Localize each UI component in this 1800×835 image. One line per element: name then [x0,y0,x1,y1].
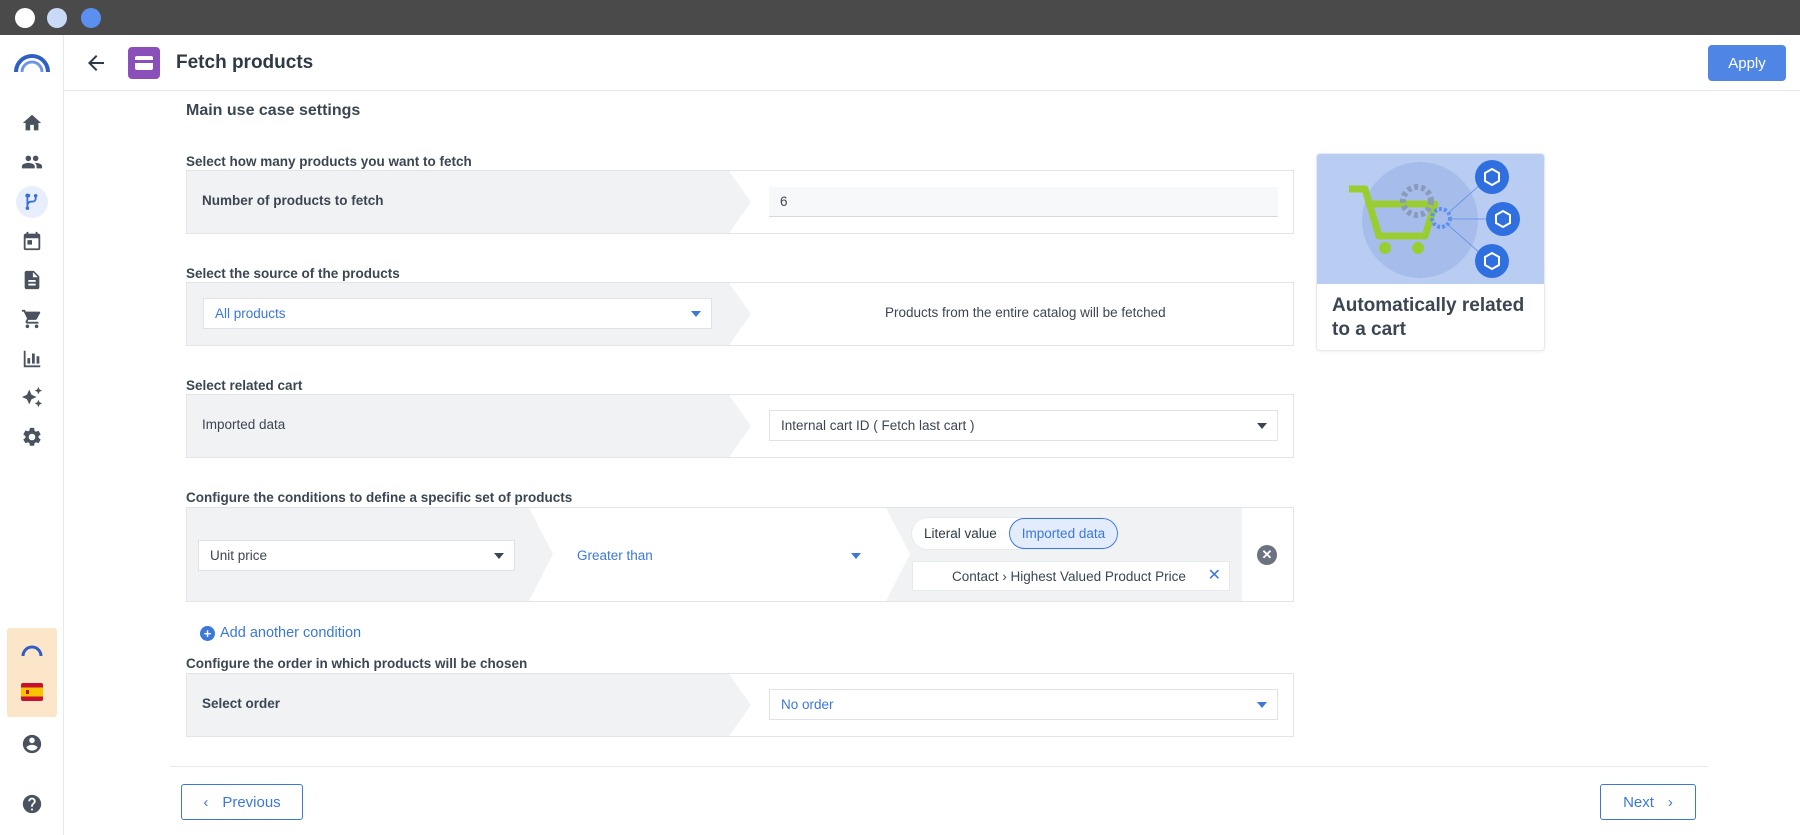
apply-button[interactable]: Apply [1708,45,1786,81]
window-close-button[interactable] [15,8,35,28]
window-minimize-button[interactable] [47,8,67,28]
cart-row: Imported data Internal cart ID ( Fetch l… [186,394,1294,458]
remove-condition-icon[interactable]: ✕ [1257,545,1277,565]
previous-button[interactable]: ‹ Previous [181,784,303,820]
plus-circle-icon: + [200,625,215,641]
back-arrow-icon[interactable] [84,51,108,75]
row-divider-arrow [729,283,751,345]
calendar-icon[interactable] [16,225,48,257]
chevron-down-icon [1257,701,1267,708]
source-row: All products Products from the entire ca… [186,282,1294,346]
chevron-down-icon [494,552,504,559]
workflow-icon[interactable] [16,186,48,218]
count-row-label: Number of products to fetch [202,193,384,208]
chevron-left-icon: ‹ [203,793,209,811]
order-row-label: Select order [202,696,281,711]
cart-row-label: Imported data [202,417,286,432]
order-select[interactable]: No order [769,689,1278,720]
info-card: Automatically related to a cart [1316,153,1545,351]
add-condition-button[interactable]: + Add another condition [200,625,361,641]
brand-logo-icon[interactable] [14,52,50,74]
next-button[interactable]: Next › [1600,784,1696,820]
row-divider-arrow [729,395,751,457]
gear-icon[interactable] [16,421,48,453]
row-divider-arrow [729,674,751,736]
row-divider-arrow [729,171,751,233]
wallet-icon [128,47,160,79]
home-icon[interactable] [16,107,48,139]
sparkle-icon[interactable] [16,381,48,413]
promo-panel [7,628,57,717]
brand-badge-icon[interactable] [21,642,43,658]
window-maximize-button[interactable] [81,8,101,28]
previous-label: Previous [222,793,281,811]
chevron-down-icon [851,552,861,559]
condition-field-value: Unit price [210,548,268,563]
chevron-right-icon: › [1667,793,1673,811]
conditions-label: Configure the conditions to define a spe… [186,490,573,505]
cart-row-left: Imported data [187,395,729,457]
value-type-toggle: Literal value Imported data [912,518,1119,549]
info-card-text: Automatically related to a cart [1332,295,1525,340]
condition-value-tag: Contact › Highest Valued Product Price [952,568,1186,584]
order-row-left: Select order [187,674,729,736]
condition-value-field[interactable]: Contact › Highest Valued Product Price ✕ [912,561,1230,591]
order-select-value: No order [781,697,834,712]
count-row: Number of products to fetch 6 [186,170,1294,234]
source-description: Products from the entire catalog will be… [885,305,1166,320]
people-icon[interactable] [16,146,48,178]
bar-chart-icon[interactable] [16,343,48,375]
product-count-input[interactable]: 6 [769,187,1278,217]
next-label: Next [1623,793,1654,811]
literal-value-option[interactable]: Literal value [912,518,1009,549]
order-label: Configure the order in which products wi… [186,656,528,671]
account-icon[interactable] [16,728,48,760]
source-label: Select the source of the products [186,266,400,281]
condition-operator-select[interactable]: Greater than [566,540,871,571]
condition-operator-value: Greater than [577,548,653,563]
condition-field-select[interactable]: Unit price [198,540,515,571]
chevron-down-icon [1257,422,1267,429]
footer-divider [170,766,1708,767]
cart-select[interactable]: Internal cart ID ( Fetch last cart ) [769,410,1278,441]
cart-label: Select related cart [186,378,303,393]
source-row-left: All products [187,283,729,345]
add-condition-label: Add another condition [220,625,362,641]
count-label: Select how many products you want to fet… [186,154,472,169]
product-source-select[interactable]: All products [203,298,712,329]
sidebar [0,35,64,835]
spain-flag-icon[interactable] [21,683,43,701]
imported-data-option[interactable]: Imported data [1008,518,1119,549]
cart-select-value: Internal cart ID ( Fetch last cart ) [781,418,975,433]
chevron-down-icon [691,310,701,317]
page-title: Fetch products [176,52,314,73]
section-title: Main use case settings [186,102,361,119]
cart-illustration [1317,154,1544,284]
clear-value-icon[interactable]: ✕ [1208,568,1221,584]
order-row: Select order No order [186,673,1294,737]
cart-icon[interactable] [16,303,48,335]
document-icon[interactable] [16,264,48,296]
window-titlebar [0,0,1800,35]
product-source-value: All products [215,306,286,321]
page-header: Fetch products Apply [64,35,1800,91]
count-row-left: Number of products to fetch [187,171,729,233]
help-icon[interactable] [16,788,48,820]
